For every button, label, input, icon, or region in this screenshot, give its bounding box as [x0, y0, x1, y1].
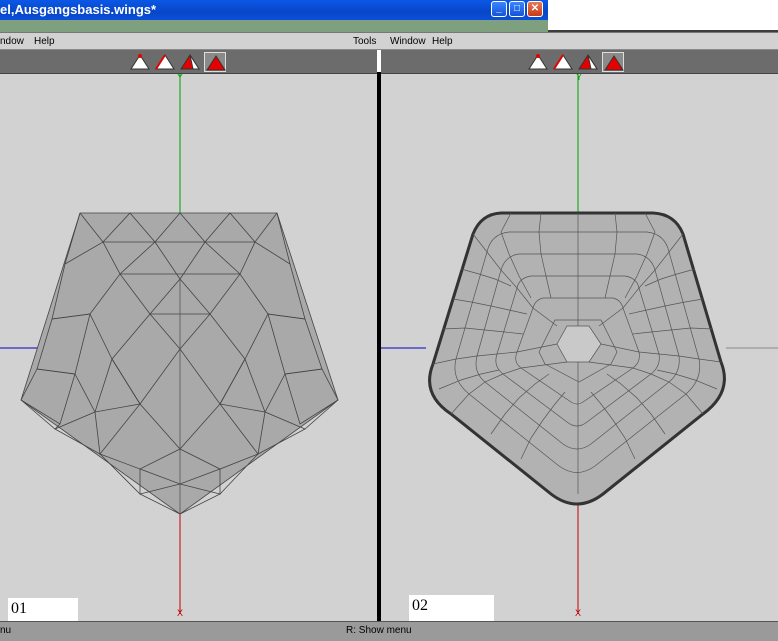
status-hint: R: Show menu — [346, 625, 412, 636]
window-title: el,Ausgangsbasis.wings* — [0, 2, 157, 17]
edge-mode-icon — [155, 54, 175, 70]
vertex-mode-button[interactable] — [129, 52, 151, 72]
body-mode-icon — [604, 55, 624, 71]
menu-help-right[interactable]: Help — [432, 36, 453, 47]
viewport-left-label: 01 — [8, 598, 78, 621]
axis-y-label: Y — [177, 74, 183, 82]
face-mode-icon — [180, 54, 200, 70]
edge-mode-button-right[interactable] — [552, 52, 574, 72]
viewport-left[interactable]: Y X 01 — [0, 74, 377, 621]
maximize-icon: □ — [513, 3, 521, 14]
close-button[interactable]: ✕ — [527, 1, 543, 17]
face-mode-button[interactable] — [179, 52, 201, 72]
status-left-text: nu — [0, 625, 12, 636]
edge-mode-icon — [553, 54, 573, 70]
window-frame-band — [0, 20, 548, 32]
window-title-bar[interactable]: el,Ausgangsbasis.wings* _ □ ✕ — [0, 0, 548, 20]
body-mode-icon — [206, 55, 226, 71]
axis-x-label: X — [177, 608, 183, 618]
axis-x-label: X — [575, 608, 581, 618]
right-mesh-scene: Y X — [381, 74, 778, 618]
axis-y-label: Y — [576, 74, 582, 82]
face-mode-icon — [578, 54, 598, 70]
menu-bar: ndow Help Tools Window Help — [0, 32, 778, 50]
smooth-pentagon-mesh — [428, 211, 726, 506]
vertex-mode-button-right[interactable] — [527, 52, 549, 72]
minimize-icon: _ — [496, 3, 502, 14]
flat-pentagon-mesh — [20, 212, 339, 515]
minimize-button[interactable]: _ — [491, 1, 507, 17]
body-mode-button-right[interactable] — [602, 52, 624, 72]
menu-window-left[interactable]: ndow — [0, 36, 24, 47]
menu-window-right[interactable]: Window — [390, 36, 426, 47]
body-mode-button[interactable] — [204, 52, 226, 72]
toolbar-left — [0, 50, 377, 74]
maximize-button[interactable]: □ — [509, 1, 525, 17]
close-icon: ✕ — [530, 3, 540, 14]
viewport-right-label: 02 — [409, 595, 494, 621]
vertex-mode-icon — [528, 54, 548, 70]
toolbar-right — [381, 50, 778, 74]
vertex-mode-icon — [130, 54, 150, 70]
face-mode-button-right[interactable] — [577, 52, 599, 72]
menu-help-left[interactable]: Help — [34, 36, 55, 47]
status-bar: nu R: Show menu — [0, 621, 778, 641]
edge-mode-button[interactable] — [154, 52, 176, 72]
menu-tools[interactable]: Tools — [353, 36, 376, 47]
left-mesh-scene: Y X — [0, 74, 339, 618]
viewport-right[interactable]: Y X 02 — [381, 74, 778, 621]
